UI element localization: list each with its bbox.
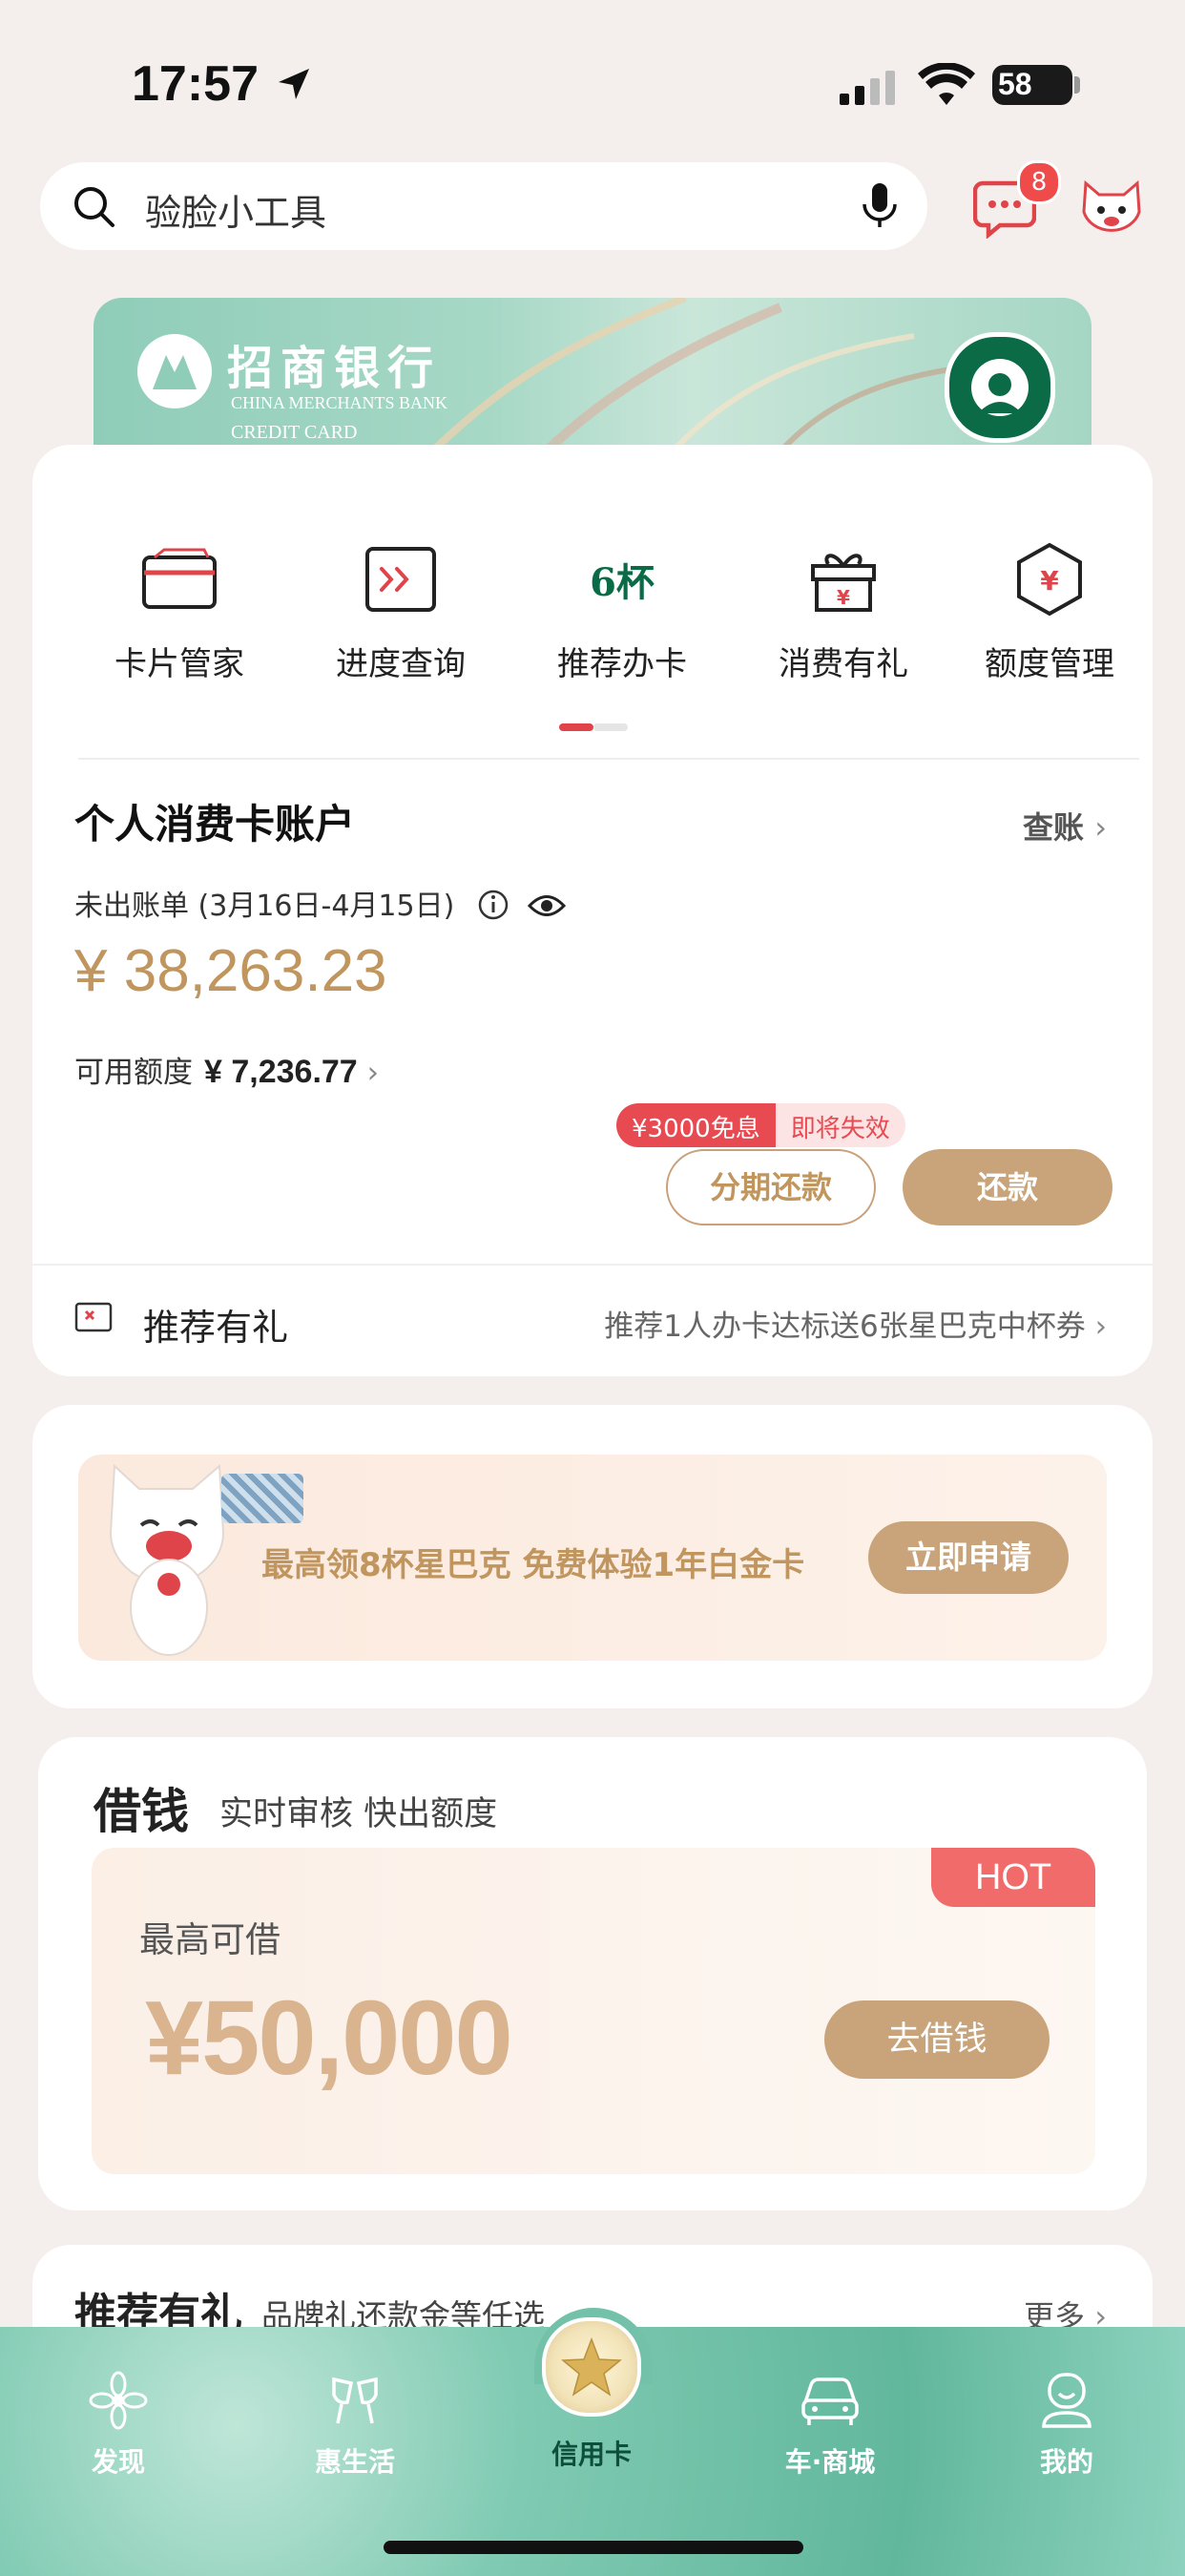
eye-icon[interactable] xyxy=(528,891,567,920)
quick-action-credit-limit[interactable]: ¥ 额度管理 xyxy=(954,536,1145,684)
page-indicator xyxy=(559,723,628,731)
profile-icon xyxy=(1042,2373,1091,2428)
unbilled-amount: ¥ 38,263.23 xyxy=(74,938,387,1004)
home-indicator xyxy=(384,2541,803,2554)
account-title: 个人消费卡账户 xyxy=(74,801,356,848)
battery-cap xyxy=(1074,76,1080,94)
cheers-icon xyxy=(332,2377,378,2424)
quick-action-label: 推荐办卡 xyxy=(557,645,687,683)
starbucks-logo-icon xyxy=(945,332,1055,443)
unbilled-label: 未出账单 (3月16日-4月15日) xyxy=(74,890,455,923)
six-cups-icon: 6杯 xyxy=(590,560,655,605)
quick-action-recommend-card[interactable]: 6杯 推荐办卡 xyxy=(511,536,733,684)
quick-action-label: 进度查询 xyxy=(336,645,466,683)
search-bar[interactable]: 验脸小工具 xyxy=(40,162,927,250)
tab-car-mall[interactable]: 车·商城 xyxy=(754,2367,906,2480)
tab-label: 车·商城 xyxy=(784,2446,876,2478)
referral-ticket-icon xyxy=(74,1302,113,1332)
repay-button[interactable]: 还款 xyxy=(903,1149,1112,1225)
wifi-icon xyxy=(918,63,975,105)
promo-panel: 最高领8杯星巴克 免费体验1年白金卡 立即申请 xyxy=(32,1405,1153,1708)
max-borrow-label: 最高可借 xyxy=(139,1919,281,1960)
divider xyxy=(78,758,1139,760)
available-credit[interactable]: 可用额度 ¥ 7,236.77 › xyxy=(74,1048,379,1091)
status-time: 17:57 xyxy=(132,56,259,112)
bank-name-cn: 招商银行 xyxy=(227,342,442,395)
loan-subtitle: 实时审核 快出额度 xyxy=(219,1795,498,1833)
referral-desc: 推荐1人办卡达标送6张星巴克中杯券 xyxy=(604,1309,1086,1344)
discover-icon xyxy=(89,2371,148,2430)
tab-mine[interactable]: 我的 xyxy=(990,2367,1143,2480)
svg-text:¥: ¥ xyxy=(837,586,850,609)
unbilled-period: 未出账单 (3月16日-4月15日) xyxy=(74,882,567,924)
tab-label: 我的 xyxy=(1039,2446,1093,2478)
borrow-button[interactable]: 去借钱 xyxy=(824,2000,1050,2079)
tab-label: 信用卡 xyxy=(551,2439,632,2470)
expiring-label: 即将失效 xyxy=(775,1103,905,1147)
progress-icon xyxy=(365,547,436,612)
signal-icon xyxy=(840,71,895,105)
hot-badge: HOT xyxy=(931,1848,1095,1907)
card-thumbnail xyxy=(221,1474,303,1523)
promo-text: 最高领8杯星巴克 免费体验1年白金卡 xyxy=(261,1546,805,1584)
interest-free-label: ¥3000免息 xyxy=(616,1103,776,1147)
loan-title: 借钱 xyxy=(94,1783,189,1839)
chevron-right-icon: › xyxy=(366,1056,379,1090)
car-icon xyxy=(801,2377,859,2425)
quick-action-label: 额度管理 xyxy=(985,645,1114,683)
tab-label: 发现 xyxy=(91,2446,145,2478)
check-bill-label: 查账 xyxy=(1023,809,1085,846)
mascot-avatar-icon[interactable] xyxy=(1078,178,1145,239)
star-icon xyxy=(561,2337,622,2397)
apply-now-button[interactable]: 立即申请 xyxy=(868,1521,1069,1594)
tab-discover[interactable]: 发现 xyxy=(42,2367,195,2480)
max-borrow-amount: ¥50,000 xyxy=(145,1979,513,2097)
microphone-icon[interactable] xyxy=(861,181,899,231)
loan-panel: 借钱 实时审核 快出额度 HOT 最高可借 ¥50,000 去借钱 xyxy=(38,1737,1147,2210)
available-value: ¥ 7,236.77 xyxy=(204,1054,358,1090)
card-type-label: CREDIT CARD xyxy=(231,422,358,443)
divider xyxy=(32,1264,1153,1266)
tab-star-button xyxy=(542,2317,641,2417)
search-icon xyxy=(74,187,114,227)
battery-indicator: 58 xyxy=(992,65,1072,105)
quick-action-label: 消费有礼 xyxy=(779,645,908,683)
quick-action-card-manager[interactable]: 卡片管家 xyxy=(69,536,290,684)
available-label: 可用额度 xyxy=(74,1056,193,1090)
referral-label[interactable]: 推荐有礼 xyxy=(143,1298,288,1351)
bank-logo xyxy=(137,334,212,408)
installment-button[interactable]: 分期还款 xyxy=(666,1149,876,1225)
referral-desc-link[interactable]: 推荐1人办卡达标送6张星巴克中杯券 › xyxy=(604,1302,1107,1345)
tab-credit-card[interactable]: 信用卡 xyxy=(515,2317,668,2472)
check-bill-link[interactable]: 查账 › xyxy=(1023,804,1107,848)
interest-free-tag: ¥3000免息 即将失效 xyxy=(616,1103,905,1147)
chevron-right-icon: › xyxy=(1094,1309,1107,1344)
tab-life[interactable]: 惠生活 xyxy=(279,2367,431,2480)
tab-label: 惠生活 xyxy=(314,2446,395,2478)
credit-card-panel: 卡片管家 进度查询 6杯 推荐办卡 ¥ 消费有礼 ¥ 额度管理 个人消费卡账户 … xyxy=(32,445,1153,1376)
message-badge: 8 xyxy=(1017,160,1061,204)
promo-banner[interactable]: 最高领8杯星巴克 免费体验1年白金卡 立即申请 xyxy=(78,1455,1107,1661)
gift-icon: ¥ xyxy=(811,554,876,612)
battery-level: 58 xyxy=(998,67,1032,101)
quick-action-progress[interactable]: 进度查询 xyxy=(290,536,511,684)
quick-action-label: 卡片管家 xyxy=(114,645,244,683)
loan-offer-box[interactable]: HOT 最高可借 ¥50,000 去借钱 xyxy=(92,1848,1095,2174)
chevron-right-icon: › xyxy=(1094,809,1107,846)
yuan-hexagon-icon: ¥ xyxy=(1017,542,1082,617)
location-arrow-icon xyxy=(279,69,309,99)
card-icon xyxy=(142,548,217,609)
mascot-cat-icon xyxy=(109,1463,225,1656)
info-icon[interactable] xyxy=(477,889,509,921)
svg-text:¥: ¥ xyxy=(1040,565,1059,597)
bank-name-en: CHINA MERCHANTS BANK xyxy=(231,393,448,412)
quick-action-spend-gift[interactable]: ¥ 消费有礼 xyxy=(733,536,954,684)
search-input[interactable]: 验脸小工具 xyxy=(145,183,326,236)
